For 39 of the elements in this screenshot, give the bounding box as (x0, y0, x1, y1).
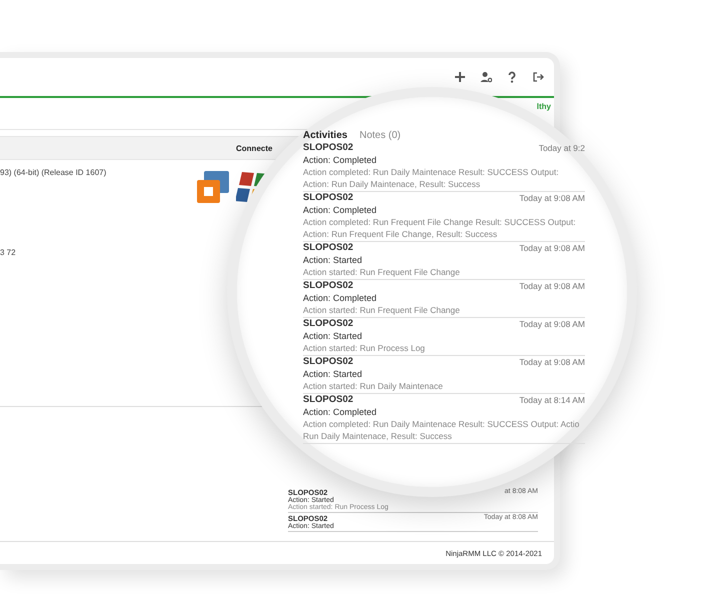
activity-time: Today at 9:2 (538, 142, 585, 154)
tab[interactable]: Activities (303, 130, 348, 141)
activity-action: Action: Started (303, 368, 364, 380)
logout-icon[interactable] (532, 71, 544, 83)
table-cell-text: 93) (64-bit) (Release ID 1607) (0, 168, 108, 179)
activity-action: Action: Completed (303, 292, 378, 304)
activity-detail: Action started: Run Daily Maintenace (303, 380, 444, 392)
activity-action: Action: Completed (303, 204, 378, 216)
activity-detail: Action started: Run Frequent File Change (303, 266, 461, 278)
device-name: SLOPOS02 (303, 394, 354, 406)
activity-action: Action: Started (303, 254, 364, 266)
device-name: SLOPOS02 (303, 242, 354, 254)
device-name: SLOPOS02 (303, 142, 354, 154)
device-name: SLOPOS02 (303, 280, 354, 292)
activity-detail: Action started: Run Frequent File Change (303, 304, 461, 316)
activity-time: Today at 9:08 AM (519, 192, 585, 204)
device-name: SLOPOS02 (303, 192, 354, 204)
plus-icon[interactable] (454, 71, 466, 83)
activity-action: Action: Completed (303, 406, 378, 418)
overlapping-squares-logo-icon (196, 170, 230, 204)
activity-time: Today at 9:08 AM (519, 280, 585, 292)
device-name: SLOPOS02 (303, 356, 354, 368)
activity-time: Today at 8:14 AM (519, 394, 585, 406)
activity-action: Action: Completed (303, 154, 378, 166)
health-status: lthy (536, 102, 551, 111)
column-header: Connecte (236, 144, 272, 152)
activity-time: Today at 9:08 AM (519, 242, 585, 254)
device-name: SLOPOS02 (303, 318, 354, 330)
help-icon[interactable] (506, 71, 518, 83)
activity-detail: Action completed: Run Frequent File Change Result: SUCCESS Output: Action: Run Frequent File Change, Result: Success (303, 216, 577, 240)
activity-detail: Action completed: Run Daily Maintenace Result: SUCCESS Output: Actio Run Daily Maintenace, Result: Success (303, 418, 580, 442)
tab[interactable]: Notes (0) (359, 130, 401, 141)
activity-action: Action: Started (303, 330, 364, 342)
activity-time: Today at 9:08 AM (519, 318, 585, 330)
activity-detail: Action completed: Run Daily Maintenace Result: SUCCESS Output: Action: Run Daily Maintenace, Result: Success (303, 166, 560, 190)
activity-time: Today at 9:08 AM (519, 356, 585, 368)
user-gear-icon[interactable] (480, 71, 492, 83)
activity-detail: Action started: Run Process Log (303, 342, 426, 354)
table-cell: 3 72 (0, 248, 16, 257)
